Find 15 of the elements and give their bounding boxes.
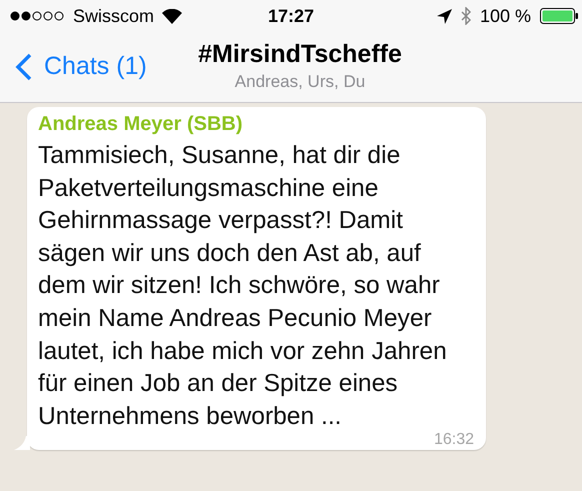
back-button[interactable]: Chats (1) (14, 52, 147, 81)
bluetooth-icon (460, 7, 471, 25)
message-text: Tammisiech, Susanne, hat dir die Paketverteilungsmaschine eine Gehirnmassage verpasst?! Damit sägen wir uns doch den Ast ab, auf dem wir sitzen! Ich schwöre, so wahr mein Name Andreas Pecunio Meyer lautet, ich habe mich vor zehn Jahren für einen Job an der Spitze eines Unternehmens beworben ... (38, 141, 448, 432)
clock-time: 17:27 (268, 6, 314, 26)
sender-name: Andreas Meyer (SBB) (38, 113, 243, 136)
participants-list: Andreas, Urs, Du (234, 72, 366, 92)
battery-percentage: 100 % (480, 6, 531, 26)
battery-icon (540, 8, 578, 24)
location-arrow-icon (436, 8, 452, 24)
carrier-name: Swisscom (73, 6, 154, 26)
signal-icon (10, 11, 65, 21)
chat-title[interactable]: #MirsindTscheffe (198, 40, 402, 69)
wifi-icon (162, 8, 182, 24)
message-time: 16:32 (434, 431, 474, 448)
chevron-left-icon (14, 52, 32, 80)
